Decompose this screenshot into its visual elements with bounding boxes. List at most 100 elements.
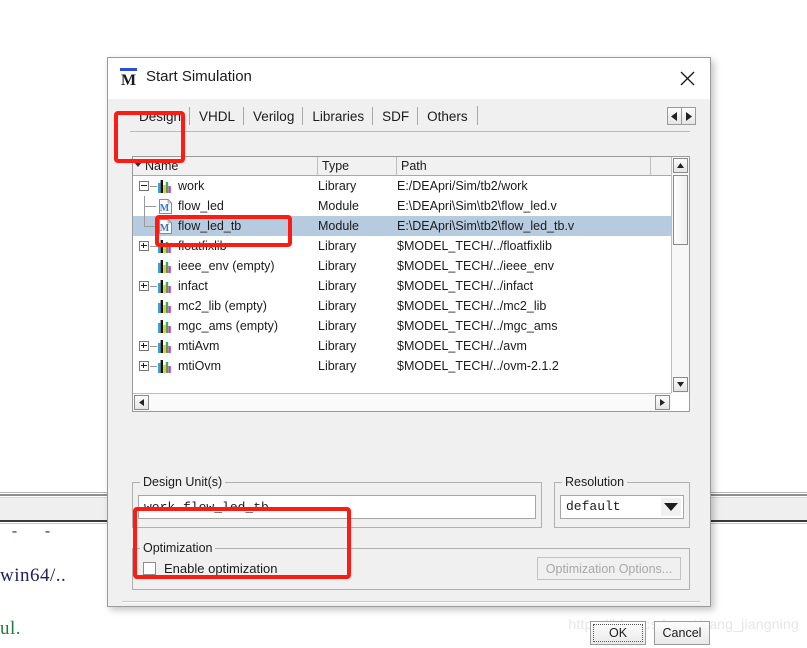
tab-design[interactable]: Design xyxy=(130,105,192,129)
table-row[interactable]: mgc_ams (empty) Library $MODEL_TECH/../m… xyxy=(133,316,671,336)
tree-node-label: floatfixlib xyxy=(178,239,227,253)
library-icon xyxy=(157,259,172,273)
column-header-spacer xyxy=(651,157,671,175)
table-row[interactable]: mc2_lib (empty) Library $MODEL_TECH/../m… xyxy=(133,296,671,316)
table-row[interactable]: floatfixlib Library $MODEL_TECH/../float… xyxy=(133,236,671,256)
tab-others[interactable]: Others xyxy=(417,105,478,129)
svg-text:M: M xyxy=(160,223,170,234)
library-icon xyxy=(157,299,172,313)
tree-node-path: $MODEL_TECH/../ieee_env xyxy=(397,259,555,273)
vertical-scrollbar[interactable] xyxy=(671,157,689,393)
screen: - - win64/.. ul. https://blog.csdn.net/y… xyxy=(0,0,807,648)
tree-node-label: mtiAvm xyxy=(178,339,220,353)
chevron-down-icon[interactable] xyxy=(661,498,681,516)
design-unit-group: Design Unit(s) work.flow_led_tb xyxy=(132,475,542,528)
design-unit-group-label: Design Unit(s) xyxy=(140,475,226,489)
design-unit-input[interactable]: work.flow_led_tb xyxy=(138,495,536,519)
tree-node-type: Library xyxy=(318,259,357,273)
table-row-selected[interactable]: M flow_led_tb Module E:\DEApri\Sim\tb2\f… xyxy=(133,216,671,236)
tab-scroll-right-icon[interactable] xyxy=(681,108,695,124)
tree-node-path: $MODEL_TECH/../mgc_ams xyxy=(397,319,558,333)
module-icon: M xyxy=(159,218,173,234)
column-header-name[interactable]: Name xyxy=(133,157,318,175)
tab-sdf-label: SDF xyxy=(382,109,410,124)
table-row[interactable]: ieee_env (empty) Library $MODEL_TECH/../… xyxy=(133,256,671,276)
table-row[interactable]: M flow_led Module E:\DEApri\Sim\tb2\flow… xyxy=(133,196,671,216)
tree-line xyxy=(144,216,145,226)
column-header-path-label: Path xyxy=(401,159,427,173)
cancel-button[interactable]: Cancel xyxy=(654,621,710,645)
tab-verilog-label: Verilog xyxy=(253,109,295,124)
expander-expand-icon[interactable] xyxy=(139,281,149,291)
background-dashes: - - xyxy=(10,524,55,541)
tree-line xyxy=(150,246,157,247)
tree-node-label: mgc_ams (empty) xyxy=(178,319,279,333)
tree-node-label: flow_led_tb xyxy=(178,219,242,233)
tree-node-label: mc2_lib (empty) xyxy=(178,299,267,313)
tree-node-path: $MODEL_TECH/../ovm-2.1.2 xyxy=(397,359,559,373)
tree-node-path: $MODEL_TECH/../mc2_lib xyxy=(397,299,547,313)
close-icon[interactable] xyxy=(664,58,710,98)
tab-sdf[interactable]: SDF xyxy=(372,105,420,129)
scroll-right-icon[interactable] xyxy=(655,395,670,410)
module-icon: M xyxy=(159,198,173,214)
scroll-up-icon[interactable] xyxy=(673,158,688,173)
tab-others-label: Others xyxy=(427,109,468,124)
tree-node-type: Library xyxy=(318,339,357,353)
enable-optimization-checkbox[interactable] xyxy=(143,562,156,575)
tree-node-path: E:\DEApri\Sim\tb2\flow_led_tb.v xyxy=(397,219,575,233)
tree-line xyxy=(144,226,156,227)
tab-libraries[interactable]: Libraries xyxy=(302,105,374,129)
tree-node-label: mtiOvm xyxy=(178,359,222,373)
tree-node-label: infact xyxy=(178,279,208,293)
scroll-down-icon[interactable] xyxy=(673,377,688,392)
library-icon xyxy=(157,359,172,373)
start-simulation-dialog: M Start Simulation Design VHDL Verilog L… xyxy=(107,57,711,645)
expander-expand-icon[interactable] xyxy=(139,241,149,251)
tree-node-type: Library xyxy=(318,299,357,313)
table-row[interactable]: infact Library $MODEL_TECH/../infact xyxy=(133,276,671,296)
tree-node-label: work xyxy=(178,179,205,193)
ok-button[interactable]: OK xyxy=(590,621,646,645)
scroll-left-icon[interactable] xyxy=(134,395,149,410)
tab-scroll-left-icon[interactable] xyxy=(668,108,681,124)
tree-node-path: $MODEL_TECH/../floatfixlib xyxy=(397,239,552,253)
cancel-button-label: Cancel xyxy=(662,626,702,640)
tab-scroll-controls xyxy=(667,107,696,125)
tree-line xyxy=(150,346,157,347)
expander-expand-icon[interactable] xyxy=(139,361,149,371)
background-terminal-line: win64/.. xyxy=(0,565,67,586)
focus-ring xyxy=(593,624,643,642)
library-icon xyxy=(157,239,172,253)
column-header-row: Name Type Path xyxy=(133,157,689,176)
table-row[interactable]: mtiAvm Library $MODEL_TECH/../avm xyxy=(133,336,671,356)
tree-node-type: Module xyxy=(318,219,359,233)
tab-libraries-label: Libraries xyxy=(312,109,365,124)
svg-text:M: M xyxy=(121,72,136,88)
tree-node-type: Library xyxy=(318,319,357,333)
tree-node-type: Library xyxy=(318,239,357,253)
table-row[interactable]: work Library E:/DEApri/Sim/tb2/work xyxy=(133,176,671,196)
tab-verilog[interactable]: Verilog xyxy=(243,105,305,129)
tree-node-path: E:\DEApri\Sim\tb2\flow_led.v xyxy=(397,199,557,213)
horizontal-scrollbar[interactable] xyxy=(133,393,671,411)
tree-node-path: $MODEL_TECH/../infact xyxy=(397,279,534,293)
column-header-type[interactable]: Type xyxy=(318,157,397,175)
tab-vhdl[interactable]: VHDL xyxy=(189,105,246,129)
tab-bar: Design VHDL Verilog Libraries SDF Others xyxy=(108,99,710,132)
table-row[interactable]: mtiOvm Library $MODEL_TECH/../ovm-2.1.2 xyxy=(133,356,671,376)
modelsim-m-icon: M xyxy=(119,68,138,89)
expander-expand-icon[interactable] xyxy=(139,341,149,351)
optimization-options-button[interactable]: Optimization Options... xyxy=(537,557,681,580)
expander-collapse-icon[interactable] xyxy=(139,181,149,191)
enable-optimization-checkbox-row[interactable]: Enable optimization xyxy=(143,561,277,576)
library-icon xyxy=(157,339,172,353)
resolution-selected-value: default xyxy=(566,499,621,514)
vertical-scrollbar-thumb[interactable] xyxy=(673,175,688,245)
column-header-path[interactable]: Path xyxy=(397,157,651,175)
library-icon xyxy=(157,279,172,293)
column-header-name-label: Name xyxy=(145,159,179,173)
design-tree: Name Type Path work Library E:/DEApri/Si… xyxy=(132,156,690,412)
resolution-select[interactable]: default xyxy=(560,495,684,519)
dialog-title: Start Simulation xyxy=(146,68,252,85)
